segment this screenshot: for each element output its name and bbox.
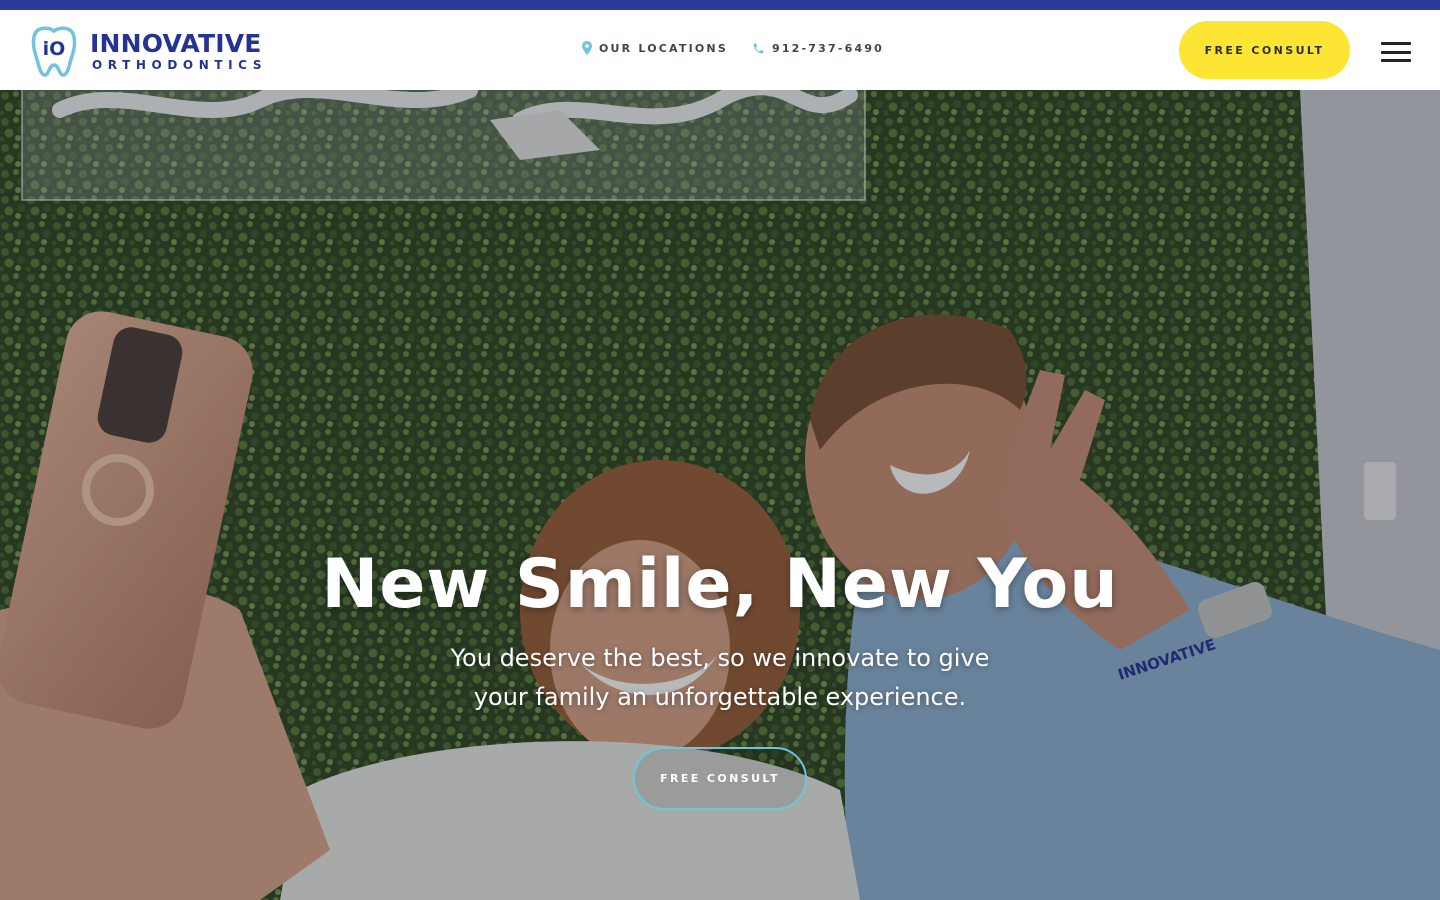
site-header: iO INNOVATIVE ORTHODONTICS OUR LOCATIONS… <box>0 10 1440 90</box>
hero-subtitle: You deserve the best, so we innovate to … <box>450 644 990 711</box>
nav-phone[interactable]: 912-737-6490 <box>752 42 884 55</box>
tooth-logo-icon: iO <box>30 25 78 77</box>
map-pin-icon <box>582 41 592 55</box>
logo-name: INNOVATIVE <box>90 28 262 58</box>
hero-section: INNOVATIVE New Smile, New You You deserv… <box>0 90 1440 900</box>
hero-free-consult-button[interactable]: FREE CONSULT <box>633 747 807 810</box>
logo-link[interactable]: iO INNOVATIVE ORTHODONTICS <box>30 25 267 77</box>
logo-subtitle: ORTHODONTICS <box>92 57 268 72</box>
nav-phone-label: 912-737-6490 <box>771 41 885 55</box>
nav-our-locations-label: OUR LOCATIONS <box>599 41 728 55</box>
hamburger-menu-icon[interactable] <box>1381 42 1411 62</box>
header-free-consult-button[interactable]: FREE CONSULT <box>1179 21 1350 79</box>
hero-title: New Smile, New You <box>321 545 1119 624</box>
logo-mark-text: iO <box>43 38 66 60</box>
header-nav: OUR LOCATIONS 912-737-6490 <box>582 41 884 55</box>
top-accent-strip <box>0 0 1440 10</box>
nav-our-locations[interactable]: OUR LOCATIONS <box>582 41 728 55</box>
phone-icon <box>753 43 764 53</box>
